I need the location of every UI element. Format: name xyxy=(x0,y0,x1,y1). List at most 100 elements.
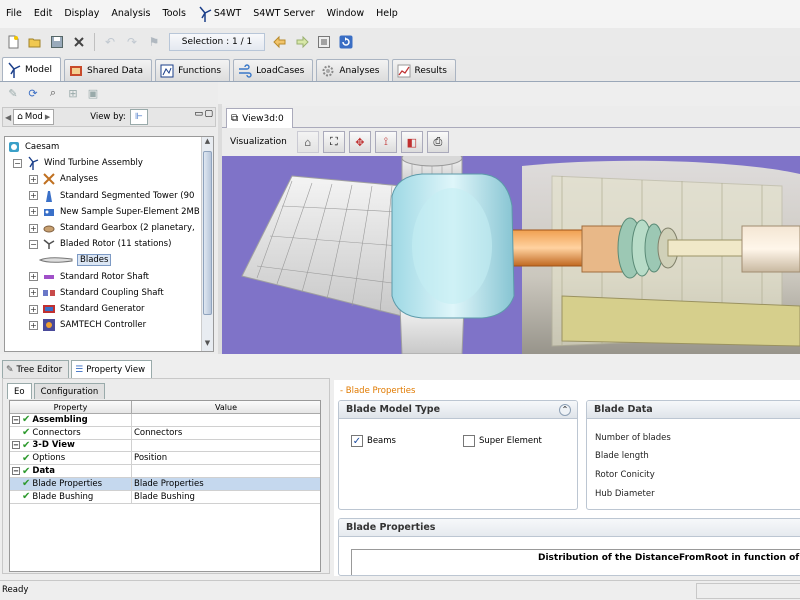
scroll-up-icon[interactable]: ▲ xyxy=(202,137,213,149)
tree-node-label: Standard Rotor Shaft xyxy=(60,271,149,282)
collapse-icon[interactable]: ⌃ xyxy=(559,404,571,416)
tab-model-tree[interactable]: ⌂ Mod ▶ xyxy=(13,109,55,125)
tree-node[interactable]: + Standard Gearbox (2 planetary, xyxy=(29,220,195,236)
scrollbar-thumb[interactable] xyxy=(203,151,212,315)
gearbox-icon xyxy=(42,221,56,235)
back-arrow-icon[interactable] xyxy=(270,32,290,52)
expand-icon[interactable]: + xyxy=(29,272,38,282)
column-header-property[interactable]: Property xyxy=(10,401,132,413)
tree-node[interactable]: + Standard Rotor Shaft xyxy=(29,269,149,285)
redo-icon[interactable]: ↷ xyxy=(122,32,142,52)
tab-tree-editor[interactable]: ✎ Tree Editor xyxy=(2,360,70,378)
3d-viewport[interactable] xyxy=(222,156,800,354)
tree-scrollbar[interactable]: ▲ ▼ xyxy=(201,137,213,351)
tab-property-view[interactable]: ☰ Property View xyxy=(71,360,153,378)
zoom-fit-icon[interactable]: ⛶ xyxy=(322,131,345,153)
maximize-icon[interactable]: ▢ xyxy=(204,109,213,119)
collapse-icon[interactable]: − xyxy=(12,415,20,424)
new-icon[interactable] xyxy=(3,32,23,52)
tab-results[interactable]: Results xyxy=(391,59,456,81)
expand-icon[interactable]: + xyxy=(29,223,38,233)
list-icon[interactable] xyxy=(314,32,334,52)
menu-file[interactable]: File xyxy=(0,0,28,28)
menu-s4wt[interactable]: S4WT xyxy=(192,0,247,28)
camera-icon[interactable]: ⎙ xyxy=(426,131,449,153)
property-row[interactable]: ✔ Blade Bushing Blade Bushing xyxy=(10,490,320,504)
tab-analyses[interactable]: Analyses xyxy=(316,59,389,81)
expand-icon[interactable]: ▣ xyxy=(84,84,102,102)
tree-node[interactable]: + Standard Generator xyxy=(29,301,145,317)
sync-icon[interactable]: ⟳ xyxy=(24,84,42,102)
property-row[interactable]: ✔ Options Position xyxy=(10,452,320,466)
property-value-cell[interactable]: Position xyxy=(132,453,320,463)
menu-analysis[interactable]: Analysis xyxy=(105,0,156,28)
super-element-option[interactable]: Super Element xyxy=(463,435,542,447)
menu-tools[interactable]: Tools xyxy=(157,0,192,28)
property-value-cell[interactable]: Connectors xyxy=(132,428,320,438)
minimize-icon[interactable]: ▭ xyxy=(194,109,203,119)
forward-arrow-icon[interactable] xyxy=(292,32,312,52)
axes-icon[interactable]: ⟟ xyxy=(374,131,397,153)
undo-icon[interactable]: ↶ xyxy=(100,32,120,52)
tree-node[interactable]: − Bladed Rotor (11 stations) xyxy=(29,236,171,252)
menu-edit[interactable]: Edit xyxy=(28,0,58,28)
property-value-cell[interactable]: Blade Bushing xyxy=(132,492,320,502)
collapse-icon[interactable]: − xyxy=(13,158,22,168)
link-icon[interactable]: ✎ xyxy=(4,84,22,102)
property-subtabs: Eo Configuration xyxy=(7,383,106,399)
menu-help[interactable]: Help xyxy=(370,0,404,28)
cube-icon[interactable]: ◧ xyxy=(400,131,423,153)
tree-node[interactable]: + Standard Segmented Tower (90 xyxy=(29,188,194,204)
subtab-eo[interactable]: Eo xyxy=(7,383,32,399)
expand-icon[interactable]: + xyxy=(29,191,38,201)
expand-icon[interactable]: + xyxy=(29,207,38,217)
property-row[interactable]: ✔ Connectors Connectors xyxy=(10,426,320,440)
pan-icon[interactable]: ✥ xyxy=(348,131,371,153)
property-group-row[interactable]: − ✔ 3-D View xyxy=(10,439,320,453)
run-icon[interactable]: ⚑ xyxy=(144,32,164,52)
tree-node[interactable]: + Standard Coupling Shaft xyxy=(29,285,164,301)
property-row[interactable]: ✔ Blade Properties Blade Properties xyxy=(10,477,320,491)
chevron-left-icon[interactable]: ◀ xyxy=(5,113,11,122)
tab-view3d[interactable]: ⧉ View3d:0 xyxy=(226,108,293,128)
property-value-cell[interactable]: Blade Properties xyxy=(132,479,320,489)
delete-icon[interactable] xyxy=(69,32,89,52)
tab-model[interactable]: Model xyxy=(2,57,62,81)
open-icon[interactable] xyxy=(25,32,45,52)
menu-display[interactable]: Display xyxy=(58,0,105,28)
tree-node[interactable]: Blades xyxy=(39,252,112,268)
expand-icon[interactable]: + xyxy=(29,320,38,330)
tree-node[interactable]: + Analyses xyxy=(29,171,98,187)
tab-loadcases[interactable]: LoadCases xyxy=(233,59,314,81)
subtab-configuration[interactable]: Configuration xyxy=(33,383,106,399)
collapse-icon[interactable]: − xyxy=(29,239,38,249)
menu-window[interactable]: Window xyxy=(321,0,370,28)
beams-option[interactable]: ✓ Beams xyxy=(351,435,396,447)
collapse-icon[interactable]: − xyxy=(12,467,20,476)
super-element-checkbox[interactable] xyxy=(463,435,475,447)
save-icon[interactable] xyxy=(47,32,67,52)
tree-node[interactable]: − Wind Turbine Assembly xyxy=(13,155,143,171)
collapse-icon[interactable]: − xyxy=(12,441,20,450)
tab-shared-data[interactable]: Shared Data xyxy=(64,59,153,81)
home-view-icon[interactable]: ⌂ xyxy=(296,131,319,153)
tree-node[interactable]: + New Sample Super-Element 2MB xyxy=(29,204,200,220)
chevron-right-icon[interactable]: ▶ xyxy=(45,113,50,121)
view-by-button[interactable]: ⊩ xyxy=(129,109,148,125)
column-header-value[interactable]: Value xyxy=(132,401,320,413)
scroll-down-icon[interactable]: ▼ xyxy=(202,339,213,351)
expand-icon[interactable]: + xyxy=(29,174,38,184)
property-group-row[interactable]: − ✔ Assembling xyxy=(10,414,320,427)
tree-node[interactable]: + SAMTECH Controller xyxy=(29,317,146,333)
hierarchy-icon[interactable]: ⊞ xyxy=(64,84,82,102)
expand-icon[interactable]: + xyxy=(29,304,38,314)
tab-functions[interactable]: Functions xyxy=(155,59,231,81)
menu-s4wt-server[interactable]: S4WT Server xyxy=(247,0,320,28)
property-group-row[interactable]: − ✔ Data xyxy=(10,465,320,478)
beams-checkbox[interactable]: ✓ xyxy=(351,435,363,447)
blade-properties-header[interactable]: - Blade Properties xyxy=(340,386,415,396)
search-icon[interactable]: ⌕ xyxy=(44,84,62,102)
tree-node[interactable]: Caesam xyxy=(7,139,59,155)
refresh-icon[interactable] xyxy=(336,32,356,52)
expand-icon[interactable]: + xyxy=(29,288,38,298)
